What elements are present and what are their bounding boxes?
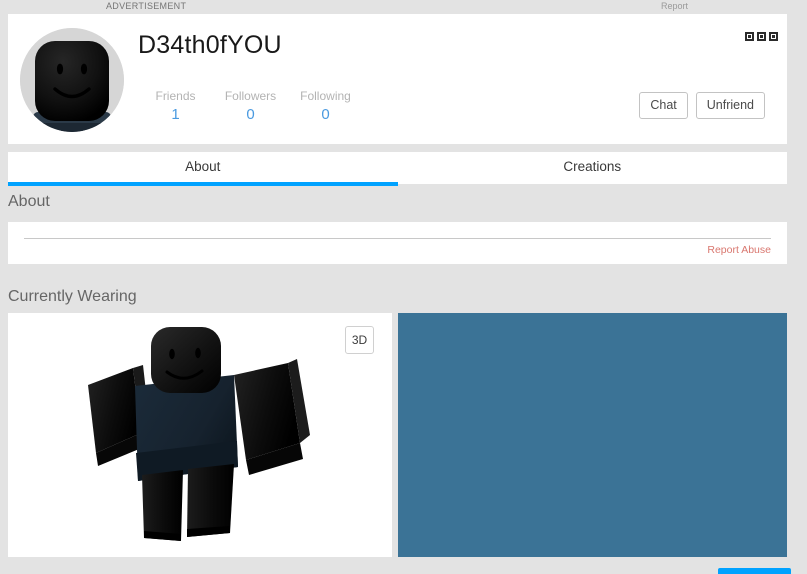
- roblox-full-body-avatar-icon: [88, 327, 310, 541]
- stat-label: Friends: [155, 89, 196, 103]
- currently-wearing-section-title: Currently Wearing: [8, 288, 137, 305]
- stat-value: 0: [321, 106, 330, 123]
- stat-label: Following: [300, 89, 351, 103]
- currently-wearing-card: 3D: [8, 313, 392, 557]
- roblox-headshot-avatar-icon: [20, 28, 124, 132]
- profile-header-card: D34th0fYOU Friends 1 Followers 0 Followi…: [8, 14, 787, 144]
- stat-following[interactable]: Following 0: [288, 88, 363, 125]
- stat-followers[interactable]: Followers 0: [213, 88, 288, 125]
- roblox-profile-page: ADVERTISEMENT Report D34th0fYOU Friends …: [0, 0, 807, 574]
- profile-actions: Chat Unfriend: [639, 92, 765, 119]
- stat-label: Followers: [224, 89, 277, 103]
- tab-creations[interactable]: Creations: [398, 152, 788, 184]
- avatar[interactable]: [20, 28, 124, 132]
- side-blue-panel: [398, 313, 787, 557]
- profile-tabs: About Creations: [8, 152, 788, 186]
- stat-friends[interactable]: Friends 1: [138, 88, 213, 125]
- chat-widget-bar[interactable]: [718, 568, 791, 574]
- toggle-3d-button[interactable]: 3D: [345, 326, 374, 354]
- page-title: D34th0fYOU: [138, 31, 282, 59]
- advertisement-label: ADVERTISEMENT: [106, 1, 187, 11]
- about-section-title: About: [8, 193, 50, 210]
- report-abuse-link[interactable]: Report Abuse: [707, 244, 771, 256]
- advertisement-bar: ADVERTISEMENT Report: [0, 0, 807, 14]
- profile-stats: Friends 1 Followers 0 Following 0: [138, 88, 363, 125]
- ad-report-link[interactable]: Report: [661, 1, 688, 11]
- chat-button[interactable]: Chat: [639, 92, 688, 119]
- kebab-menu-icon[interactable]: [745, 32, 778, 41]
- unfriend-button[interactable]: Unfriend: [695, 92, 765, 119]
- kebab-dot: [769, 32, 778, 41]
- tab-about[interactable]: About: [8, 152, 398, 186]
- kebab-dot: [757, 32, 766, 41]
- stat-value: 0: [246, 106, 255, 123]
- stat-value: 1: [171, 106, 180, 123]
- kebab-dot: [745, 32, 754, 41]
- about-divider: [24, 238, 771, 239]
- about-card: Report Abuse: [8, 222, 787, 264]
